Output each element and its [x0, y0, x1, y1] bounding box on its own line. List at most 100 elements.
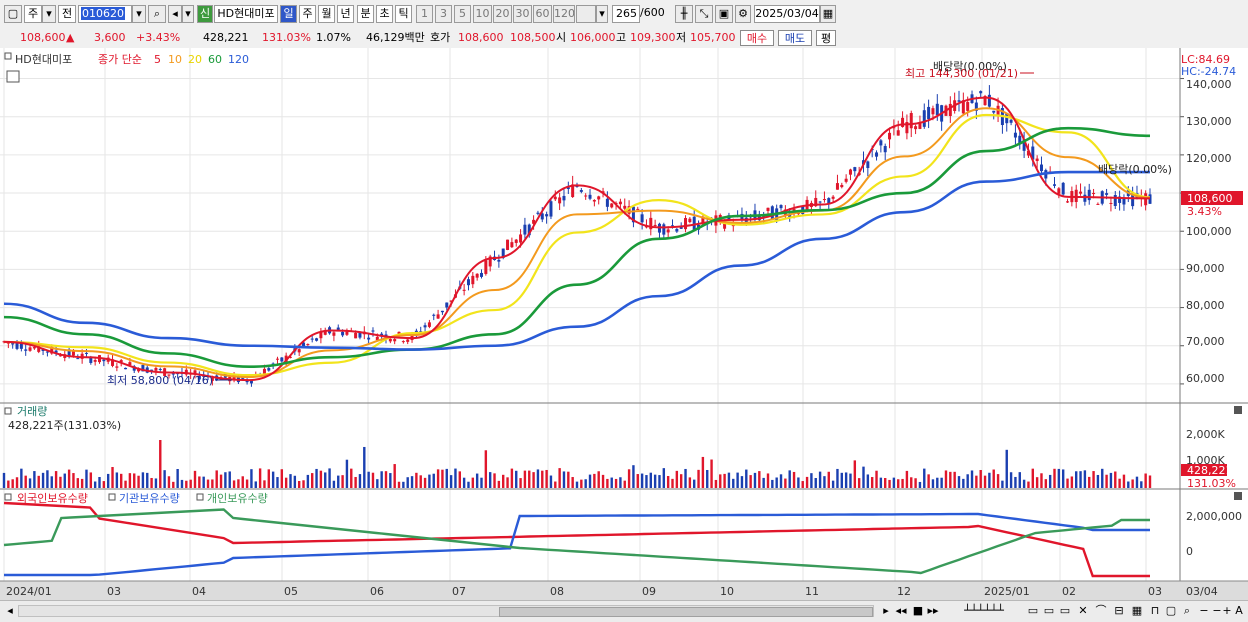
- candle-body: [393, 339, 397, 342]
- volume-bar: [245, 479, 249, 488]
- period-month[interactable]: 월: [318, 5, 335, 23]
- speaker-icon[interactable]: ◂: [168, 5, 182, 23]
- volume-bar: [1044, 479, 1048, 488]
- ma-20-label[interactable]: 20: [188, 53, 202, 66]
- foreign-holding-label[interactable]: 외국인보유수량: [17, 492, 88, 505]
- volume-bar: [367, 471, 370, 488]
- font-size-icon[interactable]: A: [1234, 604, 1244, 618]
- x-tick-label: 11: [805, 585, 819, 598]
- scrollbar-thumb[interactable]: [499, 607, 873, 617]
- magnet-icon[interactable]: ⊓: [1148, 604, 1162, 618]
- rewind-icon[interactable]: ◂◂: [894, 604, 908, 618]
- code-input[interactable]: 010620: [78, 5, 132, 23]
- dividend-top-annotation: 배당락(0.00%): [933, 60, 1007, 73]
- calendar-icon[interactable]: ▦: [820, 5, 836, 23]
- capture-icon[interactable]: ▢: [1164, 604, 1178, 618]
- search-icon[interactable]: ⌕: [148, 5, 166, 23]
- market-select[interactable]: 주: [24, 5, 42, 23]
- volume-bar: [106, 473, 110, 488]
- price-name-tag[interactable]: HD현대미포: [15, 53, 72, 66]
- sell-button[interactable]: 매도: [778, 30, 812, 46]
- period-slider[interactable]: ┴┴┴┴┴┴: [948, 604, 1020, 618]
- forward-icon[interactable]: ▸▸: [926, 604, 940, 618]
- volume-bar: [905, 470, 909, 488]
- scroll-left-icon[interactable]: ◂: [4, 604, 16, 618]
- volume-bar: [584, 479, 587, 488]
- speaker-dropdown-icon[interactable]: ▾: [182, 5, 194, 23]
- volume-bar: [85, 469, 88, 488]
- minute-60[interactable]: 60: [533, 5, 552, 23]
- date-input[interactable]: 2025/03/04: [754, 5, 820, 23]
- stop-icon[interactable]: ■: [912, 604, 924, 618]
- count-input[interactable]: 265: [612, 5, 640, 23]
- grid-icon[interactable]: ▦: [1130, 604, 1144, 618]
- prev-button[interactable]: 전: [58, 5, 76, 23]
- zoom-box-icon[interactable]: ▭: [1026, 604, 1040, 618]
- period-day[interactable]: 일: [280, 5, 297, 23]
- layout-icon[interactable]: ▢: [4, 5, 22, 23]
- count-max: /600: [640, 6, 665, 19]
- candle-body: [1079, 191, 1083, 194]
- code-dropdown-icon[interactable]: ▾: [132, 5, 146, 23]
- draw-tool-icon[interactable]: ⤡: [695, 5, 713, 23]
- minute-3[interactable]: 3: [435, 5, 452, 23]
- volume-bar: [1083, 470, 1087, 488]
- ruler-icon[interactable]: ⊟: [1112, 604, 1126, 618]
- candle-type-icon[interactable]: ╫: [675, 5, 693, 23]
- table-icon[interactable]: [6, 70, 20, 83]
- save-icon[interactable]: ▣: [715, 5, 733, 23]
- avg-button[interactable]: 평: [816, 30, 836, 46]
- stock-name[interactable]: HD현대미포: [214, 5, 278, 23]
- minute-10[interactable]: 10: [473, 5, 492, 23]
- fit-icon[interactable]: ▭: [1042, 604, 1056, 618]
- candle-body: [436, 314, 440, 319]
- minute-1[interactable]: 1: [416, 5, 433, 23]
- ma-120-label[interactable]: 120: [228, 53, 249, 66]
- plus-icon[interactable]: +: [1222, 604, 1232, 618]
- period-tick[interactable]: 틱: [395, 5, 412, 23]
- volume-bar: [415, 472, 418, 488]
- candle-body: [896, 130, 900, 136]
- volume-title[interactable]: 거래량: [17, 405, 47, 418]
- volume-bar: [1114, 471, 1117, 488]
- minute-dropdown-icon[interactable]: ▾: [596, 5, 608, 23]
- institution-holding-label[interactable]: 기관보유수량: [119, 492, 180, 505]
- period-second[interactable]: 초: [376, 5, 393, 23]
- volume-bar: [684, 468, 687, 488]
- trend-icon[interactable]: ⌒: [1094, 604, 1108, 618]
- volume-bar: [1088, 476, 1091, 488]
- period-week[interactable]: 주: [299, 5, 316, 23]
- volume-bar: [454, 468, 457, 488]
- ma-10-label[interactable]: 10: [168, 53, 182, 66]
- period-year[interactable]: 년: [337, 5, 354, 23]
- volume-value: 428,221: [203, 31, 249, 44]
- ma-label[interactable]: 종가 단순: [98, 53, 142, 66]
- volume-bar: [441, 469, 444, 488]
- volume-bar: [927, 474, 930, 488]
- period-minute[interactable]: 분: [357, 5, 374, 23]
- candle-body: [484, 260, 488, 274]
- split-icon[interactable]: ▭: [1058, 604, 1072, 618]
- play-icon[interactable]: ▸: [880, 604, 892, 618]
- zoom-icon[interactable]: ⌕: [1180, 604, 1194, 618]
- settings-icon[interactable]: ⚙: [735, 5, 751, 23]
- minute-5[interactable]: 5: [454, 5, 471, 23]
- price-chart[interactable]: HD현대미포 종가 단순 5 10 20 60 120 LC:84.69 HC:…: [0, 48, 1248, 600]
- minute-30[interactable]: 30: [513, 5, 532, 23]
- minute-20[interactable]: 20: [493, 5, 512, 23]
- ma-60-label[interactable]: 60: [208, 53, 222, 66]
- cross-icon[interactable]: ✕: [1076, 604, 1090, 618]
- buy-button[interactable]: 매수: [740, 30, 774, 46]
- zoom-out-icon[interactable]: −: [1198, 604, 1210, 618]
- candle-body: [341, 331, 345, 336]
- minute-custom-input[interactable]: [576, 5, 596, 23]
- individual-holding-label[interactable]: 개인보유수량: [207, 492, 268, 505]
- ma-5-label[interactable]: 5: [154, 53, 161, 66]
- candle-body: [315, 338, 319, 341]
- scrollbar-track[interactable]: [18, 605, 874, 617]
- market-dropdown-icon[interactable]: ▾: [42, 5, 56, 23]
- volume-close-icon[interactable]: [1234, 406, 1242, 414]
- minute-120[interactable]: 120: [553, 5, 575, 23]
- holding-close-icon[interactable]: [1234, 492, 1242, 500]
- minus-icon[interactable]: −: [1212, 604, 1222, 618]
